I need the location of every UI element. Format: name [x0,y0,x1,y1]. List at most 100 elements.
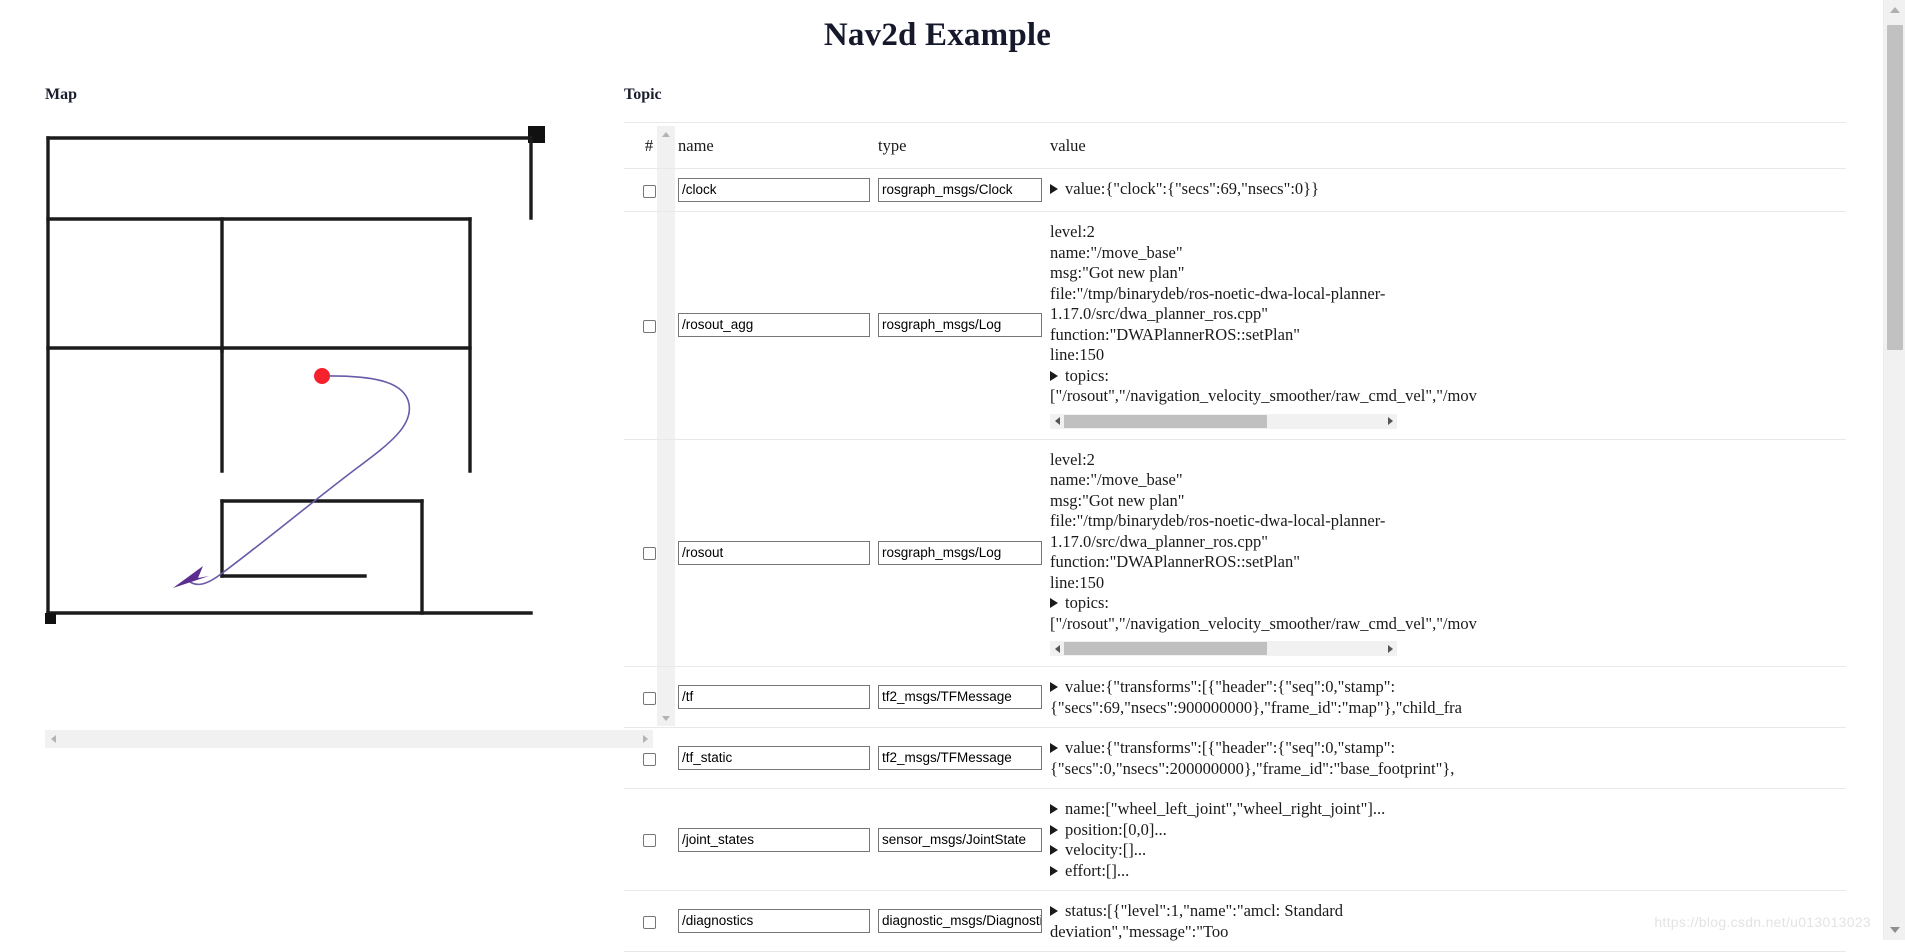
value-scroll-left-button[interactable] [1050,414,1064,429]
table-row: /rosout_agg rosgraph_msgs/Log level:2 name:… [624,211,1846,440]
value-text: function:"DWAPlannerROS::setPlan" [1050,324,1300,344]
value-line: line:150 [1050,345,1838,366]
topic-table-head: # name type value [624,122,1846,169]
topic-name-input[interactable]: /clock [678,178,870,202]
value-text: topics: [1065,365,1109,385]
map-walls [46,136,533,615]
value-line: line:150 [1050,573,1838,594]
row-select-cell [624,666,674,728]
value-text: {"secs":0,"nsecs":200000000},"frame_id":… [1050,758,1455,778]
goal-marker [314,368,330,384]
value-scroll-right-button[interactable] [1383,641,1397,656]
expandable-value-line[interactable]: name:["wheel_left_joint","wheel_right_jo… [1050,799,1838,820]
disclosure-triangle-icon[interactable] [1050,865,1058,876]
value-horizontal-scrollbar[interactable] [1050,413,1397,429]
column-header-value: value [1046,122,1846,169]
value-scroll-right-button[interactable] [1383,414,1397,429]
topic-type-input[interactable]: rosgraph_msgs/Log [878,540,1042,565]
expandable-value-line[interactable]: effort:[]... [1050,861,1838,882]
map-viewport[interactable] [45,126,675,748]
map-scroll-left-button[interactable] [45,730,61,748]
value-text: level:2 [1050,449,1095,469]
expandable-value-line[interactable]: velocity:[]... [1050,840,1838,861]
row-select-cell [624,168,674,212]
page-scroll-thumb[interactable] [1887,25,1903,350]
map-horizontal-scrollbar[interactable] [45,730,653,748]
topic-type-input[interactable]: rosgraph_msgs/Log [878,313,1042,338]
disclosure-triangle-icon[interactable] [1050,845,1058,855]
topic-panel: Topic # name type value /clock rosgraph_m… [624,86,1864,952]
disclosure-triangle-icon[interactable] [1050,598,1058,608]
value-line: level:2 [1050,222,1838,243]
expandable-value-line[interactable]: value:{"transforms":[{"header":{"seq":0,… [1050,738,1838,759]
expandable-value-line[interactable]: topics: [1050,366,1838,387]
disclosure-triangle-icon[interactable] [1050,682,1058,692]
value-line: ["/rosout","/navigation_velocity_smoothe… [1050,614,1838,635]
value-scroll-thumb[interactable] [1064,414,1267,428]
map-svg[interactable] [45,126,653,726]
topic-type-cell: sensor_msgs/JointState [874,788,1046,891]
topic-value-cell: value:{"transforms":[{"header":{"seq":0,… [1046,666,1846,728]
topic-value-block: value:{"transforms":[{"header":{"seq":0,… [1050,738,1842,779]
topic-name-input[interactable]: /rosout_agg [678,313,870,338]
topic-value-cell: level:2 name:"/move_base" msg:"Got new pla… [1046,439,1846,667]
value-text: name:"/move_base" [1050,470,1183,489]
topic-type-input[interactable]: tf2_msgs/TFMessage [878,746,1042,770]
expandable-value-line[interactable]: value:{"transforms":[{"header":{"seq":0,… [1050,677,1838,698]
table-row: /tf_static tf2_msgs/TFMessage value:{"tran… [624,727,1846,789]
row-select-checkbox[interactable] [642,752,656,766]
page-vertical-scrollbar[interactable] [1883,0,1905,940]
row-select-checkbox[interactable] [642,834,656,848]
topic-value-cell: level:2 name:"/move_base" msg:"Got new pla… [1046,211,1846,440]
disclosure-triangle-icon[interactable] [1050,370,1058,381]
column-header-type: type [874,122,1046,169]
topic-type-input[interactable]: diagnostic_msgs/DiagnosticA [878,909,1042,933]
value-scroll-left-button[interactable] [1050,641,1064,656]
topic-type-cell: diagnostic_msgs/DiagnosticA [874,890,1046,952]
value-line: name:"/move_base" [1050,243,1838,264]
row-select-checkbox[interactable] [642,547,656,561]
topic-type-input[interactable]: tf2_msgs/TFMessage [878,685,1042,709]
value-line: file:"/tmp/binarydeb/ros-noetic-dwa-loca… [1050,511,1838,532]
expandable-value-line[interactable]: topics: [1050,593,1838,614]
value-text: value:{"transforms":[{"header":{"seq":0,… [1065,738,1396,757]
disclosure-triangle-icon[interactable] [1050,824,1058,835]
row-select-checkbox[interactable] [642,319,656,333]
topic-name-input[interactable]: /rosout [678,540,870,565]
value-line: ["/rosout","/navigation_velocity_smoothe… [1050,386,1838,407]
value-text: msg:"Got new plan" [1050,490,1185,510]
map-canvas[interactable] [45,126,653,726]
topic-type-cell: rosgraph_msgs/Clock [874,168,1046,212]
chevron-down-icon [1890,927,1900,933]
value-scroll-thumb[interactable] [1064,642,1267,655]
value-text: line:150 [1050,572,1105,592]
disclosure-triangle-icon[interactable] [1050,184,1058,194]
topic-name-input[interactable]: /tf_static [678,746,870,770]
row-select-checkbox[interactable] [642,184,656,198]
disclosure-triangle-icon[interactable] [1050,906,1058,916]
disclosure-triangle-icon[interactable] [1050,804,1058,814]
topic-name-input[interactable]: /diagnostics [678,909,870,933]
chevron-left-icon [1054,417,1060,425]
page-title: Nav2d Example [823,17,1052,53]
table-row: /clock rosgraph_msgs/Clock value:{"clock":… [624,168,1846,212]
column-header-index: # [624,122,674,169]
topic-name-input[interactable]: /joint_states [678,827,870,852]
value-horizontal-scrollbar[interactable] [1050,641,1397,656]
topic-type-cell: rosgraph_msgs/Log [874,439,1046,667]
value-text: topics: [1065,593,1109,612]
row-select-checkbox[interactable] [642,915,656,929]
expandable-value-line[interactable]: value:{"clock":{"secs":69,"nsecs":0}} [1050,179,1838,200]
value-line: 1.17.0/src/dwa_planner_ros.cpp" [1050,304,1838,325]
topic-name-input[interactable]: /tf [678,685,870,709]
row-select-checkbox[interactable] [642,691,656,705]
topic-type-input[interactable]: sensor_msgs/JointState [878,827,1042,852]
value-text: value:{"transforms":[{"header":{"seq":0,… [1065,677,1396,696]
expandable-value-line[interactable]: position:[0,0]... [1050,820,1838,841]
page-scroll-down-button[interactable] [1884,920,1905,940]
disclosure-triangle-icon[interactable] [1050,743,1058,753]
topic-type-cell: tf2_msgs/TFMessage [874,666,1046,728]
value-text: position:[0,0]... [1065,819,1167,839]
topic-type-input[interactable]: rosgraph_msgs/Clock [878,178,1042,202]
page-scroll-up-button[interactable] [1884,0,1905,20]
